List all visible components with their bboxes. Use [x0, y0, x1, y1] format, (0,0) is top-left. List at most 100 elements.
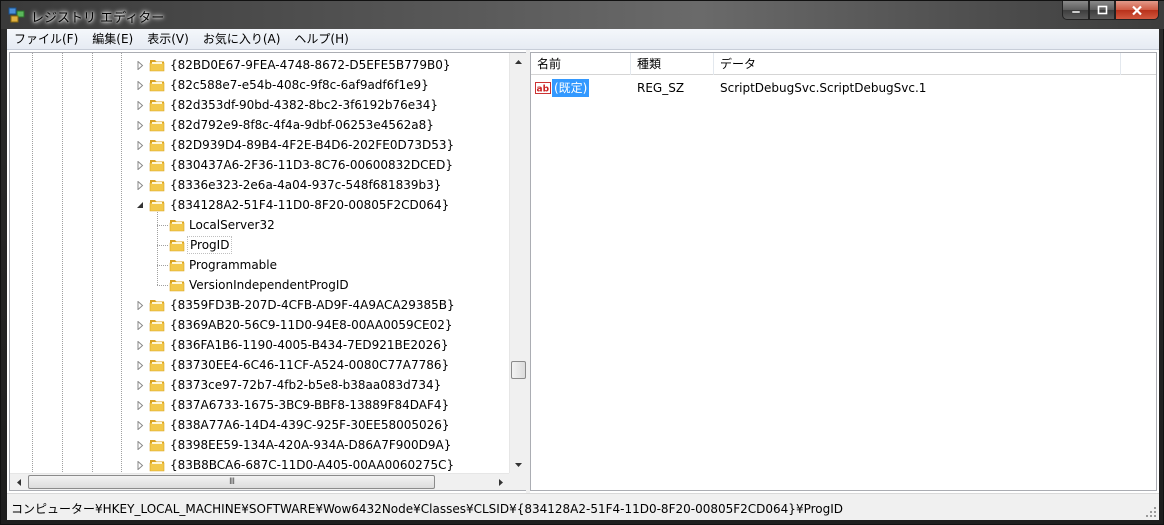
tree-node-label: {838A77A6-14D4-439C-925F-30EE58005026}: [170, 418, 450, 432]
folder-icon: [149, 120, 165, 132]
folder-icon: [149, 340, 165, 352]
horizontal-scroll-thumb[interactable]: III: [28, 475, 435, 489]
tree-node-label: LocalServer32: [189, 218, 275, 232]
tree-node-clsid[interactable]: {836FA1B6-1190-4005-B434-7ED921BE2026}: [10, 335, 509, 355]
tree-node-clsid[interactable]: {82d353df-90bd-4382-8bc2-3f6192b76e34}: [10, 95, 509, 115]
scroll-left-button[interactable]: [10, 474, 27, 491]
tree-node-clsid[interactable]: {83B8BCA6-687C-11D0-A405-00AA0060275C}: [10, 455, 509, 473]
menu-view[interactable]: 表示(V): [140, 29, 196, 50]
menu-file[interactable]: ファイル(F): [7, 29, 85, 50]
maximize-button[interactable]: [1089, 1, 1115, 20]
value-type: REG_SZ: [637, 81, 685, 95]
menu-edit[interactable]: 編集(E): [85, 29, 140, 50]
tree-node-label: VersionIndependentProgID: [189, 278, 349, 292]
collapsed-arrow-icon[interactable]: [136, 341, 145, 350]
folder-icon: [169, 240, 185, 252]
tree-node-label: {82d353df-90bd-4382-8bc2-3f6192b76e34}: [170, 98, 439, 112]
tree-node-label: {83B8BCA6-687C-11D0-A405-00AA0060275C}: [170, 458, 455, 472]
tree-node-clsid[interactable]: {82d792e9-8f8c-4f4a-9dbf-06253e4562a8}: [10, 115, 509, 135]
tree-node-subkey[interactable]: ProgID: [10, 235, 509, 255]
tree-node-label: {834128A2-51F4-11D0-8F20-00805F2CD064}: [170, 198, 450, 212]
tree-node-subkey[interactable]: Programmable: [10, 255, 509, 275]
folder-icon: [149, 360, 165, 372]
folder-icon: [149, 400, 165, 412]
collapsed-arrow-icon[interactable]: [136, 81, 145, 90]
title-bar[interactable]: レジストリ エディター: [1, 1, 1164, 29]
collapsed-arrow-icon[interactable]: [136, 461, 145, 470]
tree-node-label: {82BD0E67-9FEA-4748-8672-D5EFE5B779B0}: [170, 58, 451, 72]
collapsed-arrow-icon[interactable]: [136, 301, 145, 310]
collapsed-arrow-icon[interactable]: [136, 441, 145, 450]
tree-node-label-selected: ProgID: [187, 236, 233, 254]
collapsed-arrow-icon[interactable]: [136, 121, 145, 130]
tree-node-label: {8373ce97-72b7-4fb2-b5e8-b38aa083d734}: [170, 378, 442, 392]
tree-node-clsid[interactable]: {82D939D4-89B4-4F2E-B4D6-202FE0D73D53}: [10, 135, 509, 155]
collapsed-arrow-icon[interactable]: [136, 321, 145, 330]
tree-node-clsid[interactable]: {830437A6-2F36-11D3-8C76-00600832DCED}: [10, 155, 509, 175]
folder-icon: [149, 380, 165, 392]
tree-node-clsid[interactable]: {8359FD3B-207D-4CFB-AD9F-4A9ACA29385B}: [10, 295, 509, 315]
list-header: 名前 種類 データ: [531, 53, 1156, 75]
tree-node-label: {8398EE59-134A-420A-934A-D86A7F900D9A}: [170, 438, 452, 452]
column-header-name[interactable]: 名前: [531, 53, 631, 75]
arrow-down-icon: [515, 462, 522, 467]
tree-horizontal-scrollbar[interactable]: III: [10, 473, 509, 490]
value-data: ScriptDebugSvc.ScriptDebugSvc.1: [720, 81, 927, 95]
scroll-down-button[interactable]: [510, 456, 527, 473]
value-row[interactable]: ab (既定) REG_SZ ScriptDebugSvc.ScriptDebu…: [531, 78, 1156, 98]
status-bar: コンピューター¥HKEY_LOCAL_MACHINE¥SOFTWARE¥Wow6…: [7, 493, 1159, 520]
expanded-arrow-icon[interactable]: [136, 201, 145, 210]
tree-vertical-scrollbar[interactable]: [509, 53, 526, 473]
tree-node-clsid[interactable]: {837A6733-1675-3BC9-BBF8-13889F84DAF4}: [10, 395, 509, 415]
menu-favorites[interactable]: お気に入り(A): [196, 29, 288, 50]
tree-node-label: {83730EE4-6C46-11CF-A524-0080C77A7786}: [170, 358, 450, 372]
collapsed-arrow-icon[interactable]: [136, 381, 145, 390]
tree-node-label: {8369AB20-56C9-11D0-94E8-00AA0059CE02}: [170, 318, 453, 332]
key-tree[interactable]: {82BD0E67-9FEA-4748-8672-D5EFE5B779B0} {8…: [10, 53, 509, 473]
folder-icon: [169, 220, 185, 232]
collapsed-arrow-icon[interactable]: [136, 101, 145, 110]
tree-node-clsid[interactable]: {838A77A6-14D4-439C-925F-30EE58005026}: [10, 415, 509, 435]
svg-text:ab: ab: [537, 85, 550, 95]
registry-editor-app-icon: [8, 7, 25, 23]
client-area: {82BD0E67-9FEA-4748-8672-D5EFE5B779B0} {8…: [7, 50, 1159, 493]
tree-node-subkey[interactable]: VersionIndependentProgID: [10, 275, 509, 295]
folder-icon: [169, 260, 185, 272]
tree-node-clsid[interactable]: {83730EE4-6C46-11CF-A524-0080C77A7786}: [10, 355, 509, 375]
tree-node-clsid[interactable]: {8373ce97-72b7-4fb2-b5e8-b38aa083d734}: [10, 375, 509, 395]
column-header-type[interactable]: 種類: [631, 53, 714, 75]
arrow-right-icon: [498, 479, 503, 486]
vertical-scroll-thumb[interactable]: [511, 361, 526, 379]
tree-node-clsid[interactable]: {82c588e7-e54b-408c-9f8c-6af9adf6f1e9}: [10, 75, 509, 95]
collapsed-arrow-icon[interactable]: [136, 61, 145, 70]
key-tree-pane: {82BD0E67-9FEA-4748-8672-D5EFE5B779B0} {8…: [9, 52, 526, 491]
collapsed-arrow-icon[interactable]: [136, 141, 145, 150]
collapsed-arrow-icon[interactable]: [136, 181, 145, 190]
tree-node-clsid[interactable]: {834128A2-51F4-11D0-8F20-00805F2CD064}: [10, 195, 509, 215]
key-path: コンピューター¥HKEY_LOCAL_MACHINE¥SOFTWARE¥Wow6…: [11, 502, 844, 516]
collapsed-arrow-icon[interactable]: [136, 401, 145, 410]
tree-node-label: {82d792e9-8f8c-4f4a-9dbf-06253e4562a8}: [170, 118, 434, 132]
tree-node-clsid[interactable]: {82BD0E67-9FEA-4748-8672-D5EFE5B779B0}: [10, 55, 509, 75]
scroll-thumb-grip: III: [229, 477, 235, 487]
minimize-icon: [1071, 10, 1080, 14]
tree-node-label: Programmable: [189, 258, 278, 272]
scroll-up-button[interactable]: [510, 53, 527, 70]
column-header-data[interactable]: データ: [714, 53, 1121, 75]
resize-grip-icon[interactable]: [1145, 506, 1157, 518]
tree-node-subkey[interactable]: LocalServer32: [10, 215, 509, 235]
scroll-right-button[interactable]: [492, 474, 509, 491]
collapsed-arrow-icon[interactable]: [136, 421, 145, 430]
close-button[interactable]: [1115, 1, 1159, 20]
arrow-up-icon: [515, 59, 522, 64]
folder-icon: [149, 320, 165, 332]
minimize-button[interactable]: [1062, 1, 1089, 20]
tree-node-label: {836FA1B6-1190-4005-B434-7ED921BE2026}: [170, 338, 449, 352]
tree-node-clsid[interactable]: {8336e323-2e6a-4a04-937c-548f681839b3}: [10, 175, 509, 195]
close-icon: [1132, 5, 1142, 15]
collapsed-arrow-icon[interactable]: [136, 161, 145, 170]
tree-node-clsid[interactable]: {8398EE59-134A-420A-934A-D86A7F900D9A}: [10, 435, 509, 455]
collapsed-arrow-icon[interactable]: [136, 361, 145, 370]
tree-node-clsid[interactable]: {8369AB20-56C9-11D0-94E8-00AA0059CE02}: [10, 315, 509, 335]
menu-help[interactable]: ヘルプ(H): [287, 29, 355, 50]
